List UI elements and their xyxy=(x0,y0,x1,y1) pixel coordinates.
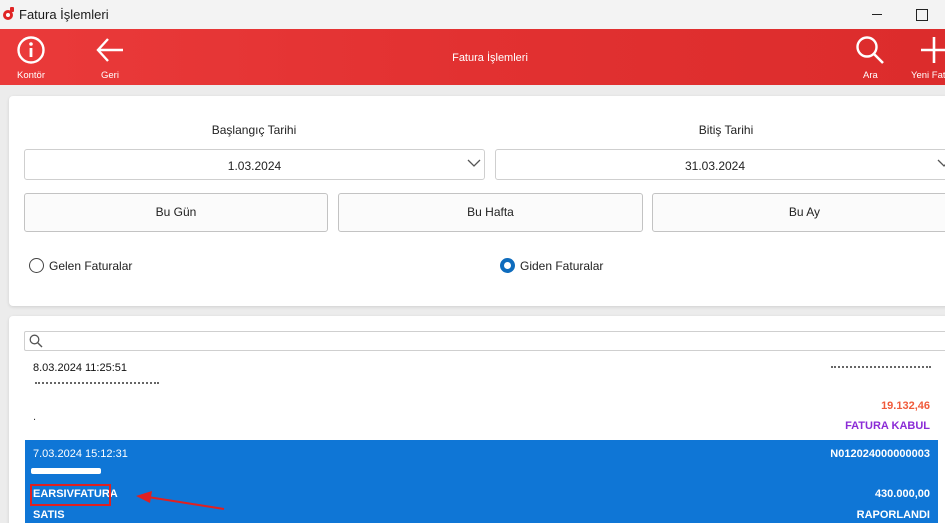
annotation-arrow-icon xyxy=(136,491,225,510)
